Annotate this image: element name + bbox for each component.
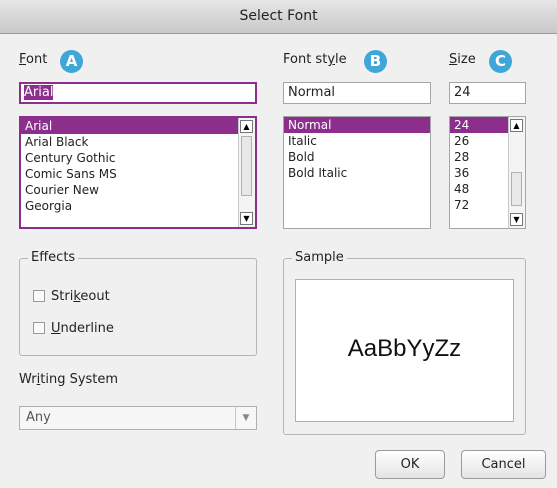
badge-a: A <box>60 50 83 73</box>
font-style-list[interactable]: Normal Italic Bold Bold Italic <box>283 116 431 229</box>
list-item[interactable]: Arial Black <box>21 134 255 150</box>
underline-checkbox[interactable]: Underline <box>33 321 114 336</box>
font-list-scrollbar[interactable]: ▲ ▼ <box>238 118 255 227</box>
font-name-input[interactable]: Arial <box>19 82 257 104</box>
writing-system-value: Any <box>26 410 51 425</box>
font-label: Font <box>19 52 48 67</box>
select-font-dialog: Select Font Font A Arial Arial Arial Blac… <box>0 0 557 488</box>
list-item[interactable]: Italic <box>284 133 430 149</box>
list-item[interactable]: Normal <box>284 117 430 133</box>
font-name-value: Arial <box>24 85 54 100</box>
checkbox-box[interactable] <box>33 322 45 334</box>
list-item[interactable]: Bold Italic <box>284 165 430 181</box>
effects-legend: Effects <box>28 250 79 265</box>
dialog-title: Select Font <box>0 0 557 34</box>
font-style-input[interactable]: Normal <box>283 82 431 104</box>
sample-preview: AaBbYyZz <box>295 279 514 422</box>
scroll-down-icon[interactable]: ▼ <box>240 212 253 225</box>
badge-b: B <box>364 50 387 73</box>
list-item[interactable]: Arial <box>21 118 255 134</box>
font-style-label: Font style <box>283 52 347 67</box>
chevron-down-icon[interactable]: ▼ <box>235 407 256 429</box>
scroll-up-icon[interactable]: ▲ <box>240 120 253 133</box>
list-item[interactable]: Century Gothic <box>21 150 255 166</box>
effects-group: Effects Strikeout Underline <box>19 250 257 356</box>
strikeout-checkbox[interactable]: Strikeout <box>33 289 110 304</box>
list-item[interactable]: Courier New <box>21 182 255 198</box>
cancel-button[interactable]: Cancel <box>461 450 546 479</box>
list-item[interactable]: Bold <box>284 149 430 165</box>
scroll-down-icon[interactable]: ▼ <box>510 213 523 226</box>
font-list[interactable]: Arial Arial Black Century Gothic Comic Sans… <box>19 116 257 229</box>
scroll-thumb[interactable] <box>511 172 522 206</box>
scroll-thumb[interactable] <box>241 136 252 196</box>
writing-system-select[interactable]: Any ▼ <box>19 406 257 430</box>
list-item[interactable]: Comic Sans MS <box>21 166 255 182</box>
size-label: Size <box>449 52 476 67</box>
size-list-scrollbar[interactable]: ▲ ▼ <box>508 117 525 228</box>
badge-c: C <box>489 50 512 73</box>
checkbox-box[interactable] <box>33 290 45 302</box>
writing-system-label: Writing System <box>19 372 119 387</box>
sample-text: AaBbYyZz <box>347 335 462 362</box>
ok-button[interactable]: OK <box>375 450 445 479</box>
size-input[interactable]: 24 <box>449 82 526 104</box>
sample-legend: Sample <box>292 250 347 265</box>
scroll-up-icon[interactable]: ▲ <box>510 119 523 132</box>
size-list[interactable]: 24 26 28 36 48 72 ▲ ▼ <box>449 116 526 229</box>
list-item[interactable]: Georgia <box>21 198 255 214</box>
sample-group: Sample AaBbYyZz <box>283 250 526 435</box>
